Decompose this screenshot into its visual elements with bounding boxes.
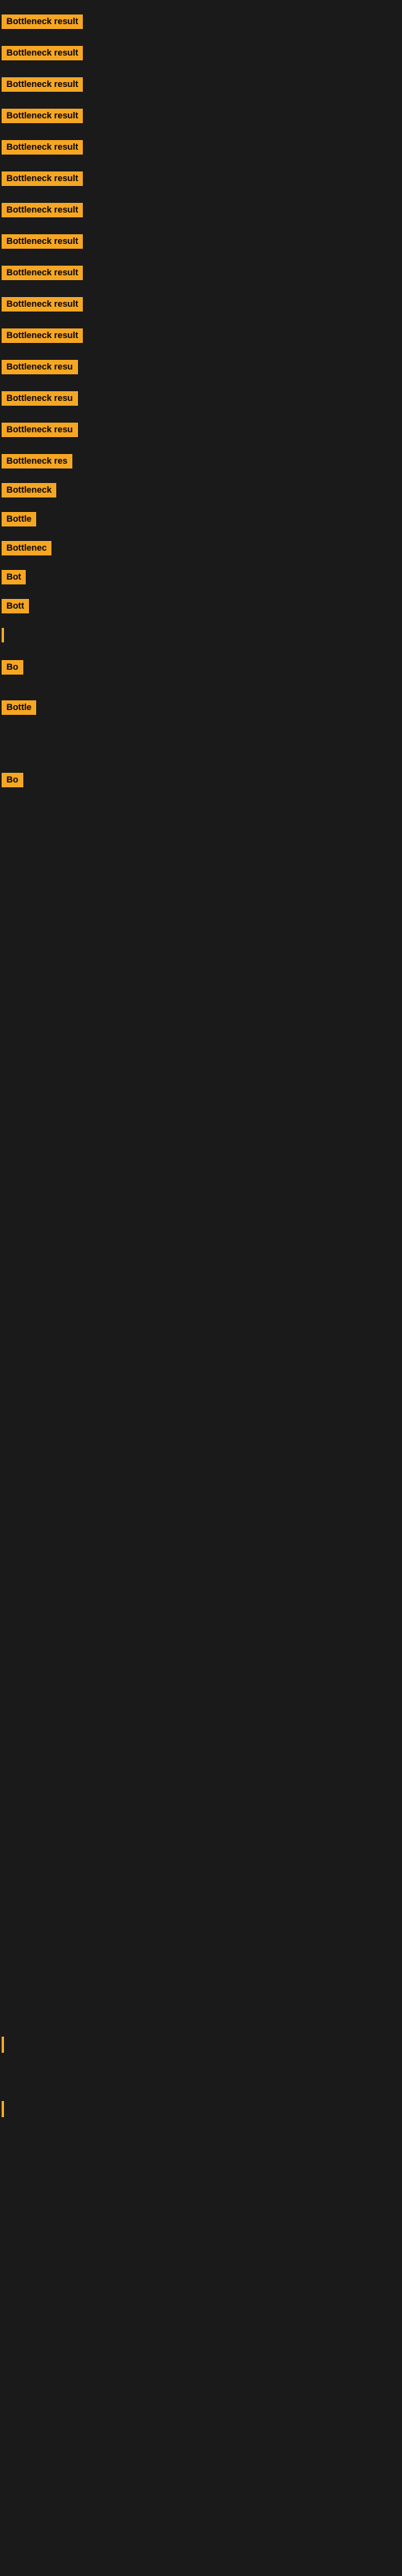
bottleneck-badge-row: Bott (2, 599, 29, 617)
bottleneck-badge: Bottleneck result (2, 328, 83, 343)
bottleneck-badge: Bottleneck result (2, 203, 83, 217)
site-title (0, 0, 402, 8)
bottleneck-badge-row: Bottleneck res (2, 454, 72, 473)
bottleneck-badge-row: Bottleneck result (2, 140, 83, 159)
bottleneck-badge-row: Bo (2, 660, 23, 679)
bottleneck-badge-row: Bottleneck result (2, 77, 83, 96)
bottleneck-badge: Bo (2, 660, 23, 675)
bottleneck-badge: Bottleneck result (2, 14, 83, 29)
bottleneck-badge: Bottleneck resu (2, 360, 78, 374)
bottleneck-badge: Bo (2, 773, 23, 787)
bottleneck-badge-row: Bottle (2, 512, 36, 530)
bottleneck-badge: Bottleneck result (2, 109, 83, 123)
bottleneck-badge-row: Bottlenec (2, 541, 51, 559)
bottleneck-badge: Bottleneck res (2, 454, 72, 469)
vertical-line (2, 2101, 4, 2117)
bottleneck-badge-row: Bottleneck result (2, 234, 83, 253)
bottleneck-badge: Bottleneck result (2, 266, 83, 280)
bottleneck-badge: Bottleneck (2, 483, 56, 497)
bottleneck-badge: Bottleneck result (2, 297, 83, 312)
bottleneck-badge-row: Bottleneck result (2, 14, 83, 33)
bottleneck-badge: Bottlenec (2, 541, 51, 555)
bottleneck-badge: Bott (2, 599, 29, 613)
bottleneck-badge-row: Bot (2, 570, 26, 588)
bottleneck-badge-row: Bottleneck result (2, 46, 83, 64)
bottleneck-badge: Bot (2, 570, 26, 584)
bottleneck-badge-row: Bottleneck resu (2, 391, 78, 410)
bottleneck-badge-row: Bottleneck result (2, 328, 83, 347)
bottleneck-badge: Bottleneck result (2, 234, 83, 249)
bottleneck-badge: Bottleneck result (2, 171, 83, 186)
bottleneck-badge: Bottleneck result (2, 77, 83, 92)
bottleneck-badge: Bottleneck result (2, 140, 83, 155)
vertical-line (2, 628, 4, 642)
bottleneck-badge-row: Bottleneck result (2, 297, 83, 316)
vertical-line (2, 2037, 4, 2053)
bottleneck-badge-row: Bottleneck (2, 483, 56, 502)
bottleneck-badge-row: Bottleneck resu (2, 360, 78, 378)
bottleneck-badge-row: Bottleneck result (2, 171, 83, 190)
bottleneck-badge-row: Bottle (2, 700, 36, 719)
bottleneck-badge-row: Bottleneck result (2, 203, 83, 221)
bottleneck-badge-row: Bo (2, 773, 23, 791)
bottleneck-badge: Bottle (2, 700, 36, 715)
bottleneck-badge: Bottleneck resu (2, 423, 78, 437)
bottleneck-badge-row: Bottleneck result (2, 109, 83, 127)
bottleneck-badge: Bottleneck resu (2, 391, 78, 406)
bottleneck-badge-row: Bottleneck resu (2, 423, 78, 441)
bottleneck-badge: Bottleneck result (2, 46, 83, 60)
bottleneck-badge-row: Bottleneck result (2, 266, 83, 284)
bottleneck-badge: Bottle (2, 512, 36, 526)
